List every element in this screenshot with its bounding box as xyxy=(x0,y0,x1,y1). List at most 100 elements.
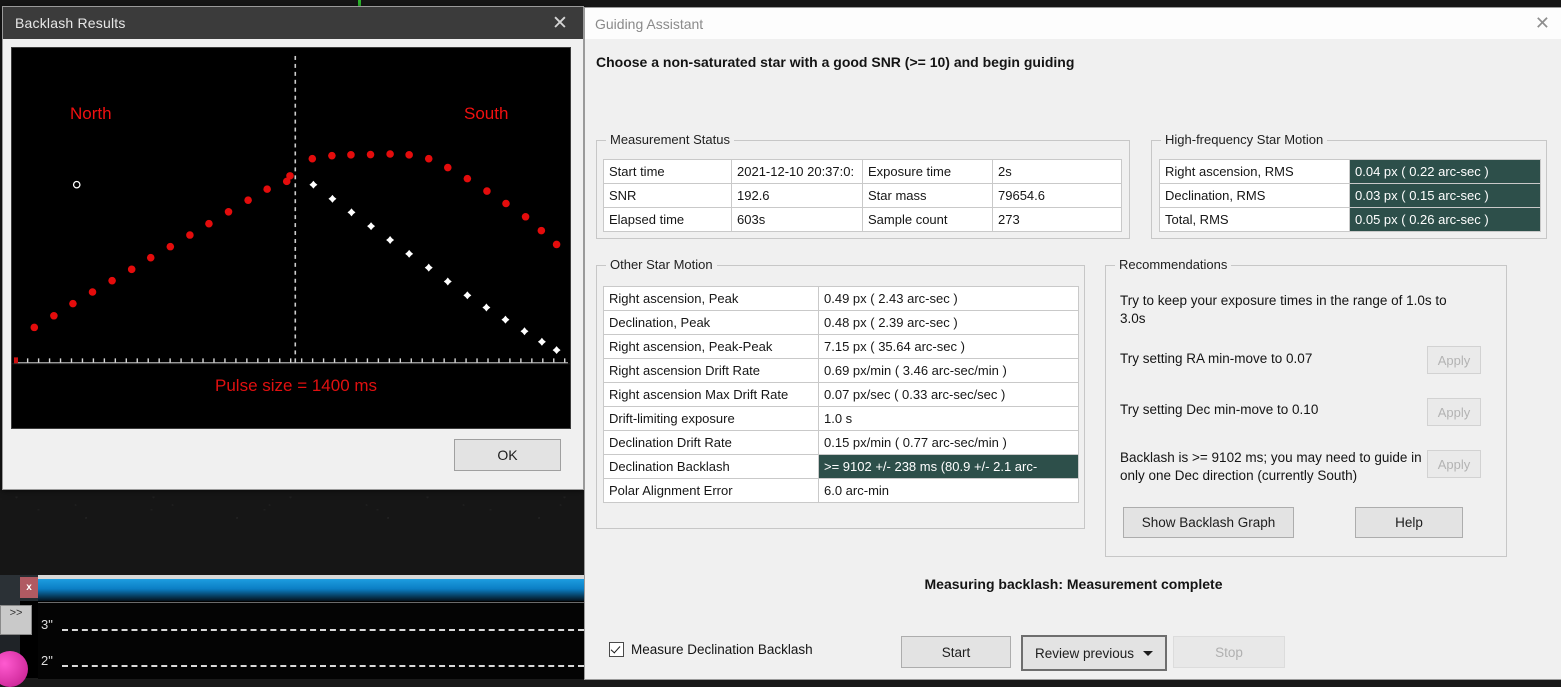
review-previous-label: Review previous xyxy=(1034,645,1135,661)
recommendation-ra-minmove-text: Try setting RA min-move to 0.07 xyxy=(1120,351,1313,366)
apply-ra-minmove-button[interactable]: Apply xyxy=(1427,346,1481,374)
checkbox-icon[interactable] xyxy=(609,642,624,657)
other-motion-label: Polar Alignment Error xyxy=(603,478,819,503)
other-motion-label: Declination Backlash xyxy=(603,454,819,479)
show-backlash-graph-button[interactable]: Show Backlash Graph xyxy=(1123,507,1294,538)
plot-point-ideal xyxy=(367,222,376,231)
table-row: Declination, RMS 0.03 px ( 0.15 arc-sec ) xyxy=(1159,183,1541,208)
start-button[interactable]: Start xyxy=(901,636,1011,668)
other-motion-value: 0.15 px/min ( 0.77 arc-sec/min ) xyxy=(818,430,1079,455)
plot-point-measured xyxy=(308,154,317,163)
plot-point-measured xyxy=(263,185,271,193)
plot-point-measured xyxy=(366,150,375,159)
other-motion-value: 0.49 px ( 2.43 arc-sec ) xyxy=(818,286,1079,311)
chevron-down-icon xyxy=(1143,650,1154,656)
plot-point-measured xyxy=(483,187,491,195)
table-row: Right ascension Max Drift Rate 0.07 px/se… xyxy=(603,382,1079,407)
recommendation-exposure-text: Try to keep your exposure times in the r… xyxy=(1120,293,1447,327)
plot-point-measured xyxy=(521,212,530,221)
table-row: Right ascension, Peak-Peak 7.15 px ( 35.6… xyxy=(603,334,1079,359)
measurement-cell: Exposure time xyxy=(862,159,993,184)
apply-backlash-button[interactable]: Apply xyxy=(1427,450,1481,478)
backlash-dialog-footer: OK xyxy=(11,429,575,481)
plot-data-points xyxy=(30,150,561,355)
measurement-cell: Star mass xyxy=(862,183,993,208)
plot-point-measured xyxy=(443,163,452,172)
table-row: Declination Backlash >= 9102 +/- 238 ms (… xyxy=(603,454,1079,479)
guiding-assistant-dialog: Guiding Assistant ✕ Choose a non-saturat… xyxy=(584,7,1561,680)
other-motion-label: Right ascension, Peak xyxy=(603,286,819,311)
measurement-cell: Start time xyxy=(603,159,732,184)
measurement-status-title: Measurement Status xyxy=(606,132,734,147)
ok-button[interactable]: OK xyxy=(454,439,561,471)
table-row: Drift-limiting exposure 1.0 s xyxy=(603,406,1079,431)
measure-declination-backlash-checkbox[interactable]: Measure Declination Backlash xyxy=(609,642,813,657)
hf-label: Declination, RMS xyxy=(1159,183,1350,208)
chevron-right-icon[interactable]: >> xyxy=(0,605,32,635)
measurement-cell: 192.6 xyxy=(731,183,863,208)
graph-dashed-line xyxy=(62,665,584,667)
measurement-cell: 273 xyxy=(992,207,1122,232)
close-icon[interactable]: ✕ xyxy=(1535,8,1550,39)
instruction-text: Choose a non-saturated star with a good … xyxy=(596,54,1075,70)
plot-point-ideal xyxy=(537,337,546,346)
graph-dashed-line xyxy=(62,629,584,631)
guiding-assistant-title: Guiding Assistant xyxy=(595,15,704,32)
help-button[interactable]: Help xyxy=(1355,507,1463,538)
plot-point-ideal xyxy=(552,346,561,355)
hf-label: Total, RMS xyxy=(1159,207,1350,232)
other-motion-label: Declination, Peak xyxy=(603,310,819,335)
table-row: Right ascension, RMS 0.04 px ( 0.22 arc-s… xyxy=(1159,159,1541,184)
table-row: Declination, Peak 0.48 px ( 2.39 arc-sec … xyxy=(603,310,1079,335)
background-window-blue-bar xyxy=(38,579,584,601)
backlash-graph: North South Pulse size = 1400 ms Measure… xyxy=(11,47,571,429)
other-star-motion-table: Right ascension, Peak 0.49 px ( 2.43 arc-… xyxy=(603,286,1079,503)
table-row: Right ascension, Peak 0.49 px ( 2.43 arc-… xyxy=(603,286,1079,311)
plot-point-measured xyxy=(50,311,58,320)
other-motion-label: Right ascension, Peak-Peak xyxy=(603,334,819,359)
other-motion-label: Right ascension Max Drift Rate xyxy=(603,382,819,407)
measurement-cell: 79654.6 xyxy=(992,183,1122,208)
other-motion-label: Declination Drift Rate xyxy=(603,430,819,455)
plot-point-measured xyxy=(69,299,77,308)
other-motion-value: >= 9102 +/- 238 ms (80.9 +/- 2.1 arc- xyxy=(818,454,1079,479)
guiding-assistant-titlebar[interactable]: Guiding Assistant ✕ xyxy=(585,8,1561,40)
table-row: Polar Alignment Error 6.0 arc-min xyxy=(603,478,1079,503)
close-icon[interactable]: ✕ xyxy=(537,7,583,39)
stop-button[interactable]: Stop xyxy=(1173,636,1285,668)
measurement-status-group: Measurement Status Start time 2021-12-10 … xyxy=(596,132,1130,239)
plot-point-measured xyxy=(537,226,546,235)
recommendation-dec-minmove-text: Try setting Dec min-move to 0.10 xyxy=(1120,402,1319,417)
high-frequency-star-motion-title: High-frequency Star Motion xyxy=(1161,132,1328,147)
plot-label-pulse-size: Pulse size = 1400 ms xyxy=(215,376,378,395)
recommendations-title: Recommendations xyxy=(1115,257,1232,272)
plot-point-ideal xyxy=(482,303,491,312)
magenta-circle-graphic xyxy=(0,651,28,687)
table-row: Start time 2021-12-10 20:37:0: Exposure ti… xyxy=(603,159,1122,184)
measurement-status-table: Start time 2021-12-10 20:37:0: Exposure ti… xyxy=(603,159,1122,232)
hf-label: Right ascension, RMS xyxy=(1159,159,1350,184)
recommendation-backlash-text: Backlash is >= 9102 ms; you may need to … xyxy=(1120,450,1422,484)
plot-point-ideal xyxy=(463,291,472,300)
other-motion-value: 0.07 px/sec ( 0.33 arc-sec/sec ) xyxy=(818,382,1079,407)
plot-point-measured xyxy=(186,231,194,239)
plot-point-measured xyxy=(424,154,433,163)
review-previous-button[interactable]: Review previous xyxy=(1021,635,1167,671)
backlash-dialog-titlebar[interactable]: Backlash Results ✕ xyxy=(3,7,583,39)
plot-point-measured xyxy=(347,151,355,159)
apply-dec-minmove-button[interactable]: Apply xyxy=(1427,398,1481,426)
plot-point-measured xyxy=(463,174,472,183)
background-guide-window[interactable]: x >> 3" 2" xyxy=(0,575,584,687)
other-star-motion-group: Other Star Motion Right ascension, Peak 0… xyxy=(596,257,1085,529)
other-motion-value: 1.0 s xyxy=(818,406,1079,431)
table-row: SNR 192.6 Star mass 79654.6 xyxy=(603,183,1122,208)
plot-point-measured xyxy=(108,276,116,285)
background-window-graph: 3" 2" xyxy=(38,602,584,679)
close-icon[interactable]: x xyxy=(20,577,38,598)
table-row: Elapsed time 603s Sample count 273 xyxy=(603,207,1122,232)
plot-marker-point xyxy=(72,180,81,189)
other-motion-value: 0.69 px/min ( 3.46 arc-sec/min ) xyxy=(818,358,1079,383)
status-text: Measuring backlash: Measurement complete xyxy=(924,576,1223,592)
measurement-cell: 2s xyxy=(992,159,1122,184)
table-row: Right ascension Drift Rate 0.69 px/min ( … xyxy=(603,358,1079,383)
